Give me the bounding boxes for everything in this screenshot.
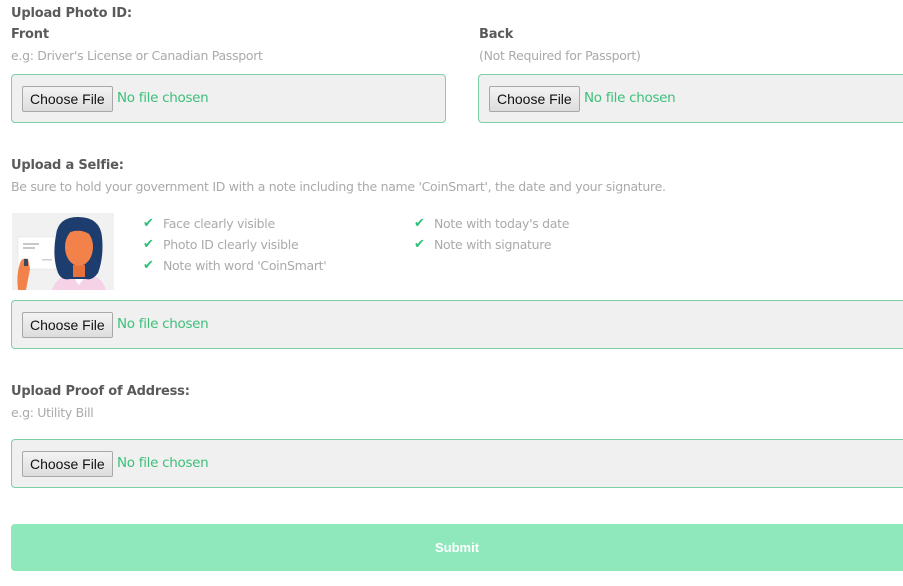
address-hint: e.g: Utility Bill <box>11 405 94 420</box>
person-holding-id-icon <box>12 213 114 290</box>
back-choose-file-button[interactable]: Choose File <box>489 86 580 112</box>
back-file-input[interactable]: Choose File No file chosen <box>478 74 903 123</box>
address-heading: Upload Proof of Address: <box>11 384 190 399</box>
checkmark-icon: ✔ <box>143 237 154 252</box>
front-label: Front <box>11 27 49 42</box>
checkmark-icon: ✔ <box>143 258 154 273</box>
checklist-item-label: Photo ID clearly visible <box>163 237 299 252</box>
address-choose-file-button[interactable]: Choose File <box>22 451 113 477</box>
checklist-item: ✔ Note with today's date <box>414 216 569 231</box>
checklist-item: ✔ Photo ID clearly visible <box>143 237 299 252</box>
checklist-item-label: Note with signature <box>434 237 552 252</box>
checklist-item: ✔ Note with word 'CoinSmart' <box>143 258 327 273</box>
checkmark-icon: ✔ <box>414 216 425 231</box>
selfie-choose-file-button[interactable]: Choose File <box>22 312 113 338</box>
front-file-input[interactable]: Choose File No file chosen <box>11 74 446 123</box>
back-label: Back <box>479 27 514 42</box>
checklist-item: ✔ Face clearly visible <box>143 216 275 231</box>
front-choose-file-button[interactable]: Choose File <box>22 86 113 112</box>
front-file-status: No file chosen <box>117 90 209 106</box>
front-hint: e.g: Driver's License or Canadian Passpo… <box>11 48 263 63</box>
submit-button[interactable]: Submit <box>11 524 903 571</box>
selfie-example-illustration <box>12 213 114 290</box>
checkmark-icon: ✔ <box>143 216 154 231</box>
checklist-item-label: Note with word 'CoinSmart' <box>163 258 327 273</box>
photo-id-heading: Upload Photo ID: <box>11 6 132 21</box>
selfie-file-input[interactable]: Choose File No file chosen <box>11 300 903 349</box>
address-file-status: No file chosen <box>117 455 209 471</box>
selfie-heading: Upload a Selfie: <box>11 158 124 173</box>
back-file-status: No file chosen <box>584 90 676 106</box>
checklist-item: ✔ Note with signature <box>414 237 552 252</box>
checklist-item-label: Face clearly visible <box>163 216 275 231</box>
checklist-item-label: Note with today's date <box>434 216 570 231</box>
back-hint: (Not Required for Passport) <box>479 48 641 63</box>
address-file-input[interactable]: Choose File No file chosen <box>11 439 903 488</box>
checkmark-icon: ✔ <box>414 237 425 252</box>
selfie-file-status: No file chosen <box>117 316 209 332</box>
selfie-hint: Be sure to hold your government ID with … <box>11 179 666 194</box>
